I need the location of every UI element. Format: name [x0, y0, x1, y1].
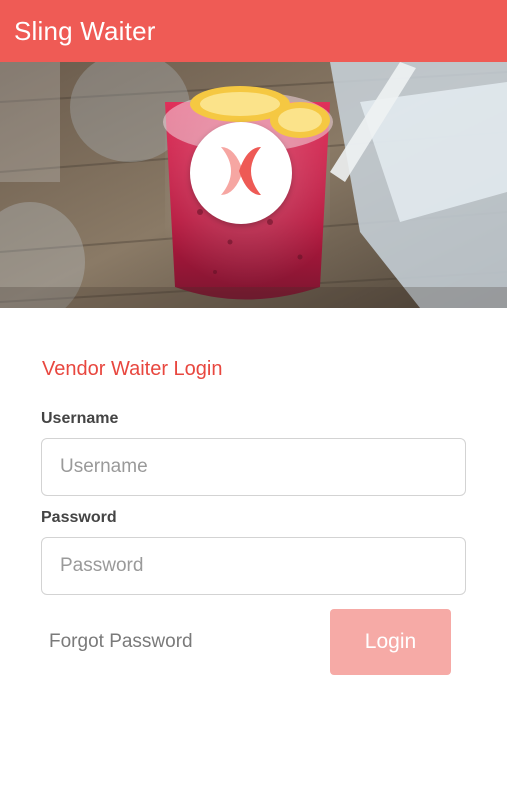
login-button[interactable]: Login: [330, 609, 451, 675]
app-bar: Sling Waiter: [0, 0, 507, 62]
sling-logo: [190, 122, 292, 224]
password-label: Password: [41, 509, 117, 526]
sling-x-logo-icon: [211, 141, 271, 206]
password-input[interactable]: [41, 537, 466, 595]
username-label: Username: [41, 410, 119, 427]
login-form-title: Vendor Waiter Login: [42, 358, 223, 380]
forgot-password-link[interactable]: Forgot Password: [49, 631, 193, 653]
username-input[interactable]: [41, 438, 466, 496]
app-title: Sling Waiter: [14, 15, 156, 46]
